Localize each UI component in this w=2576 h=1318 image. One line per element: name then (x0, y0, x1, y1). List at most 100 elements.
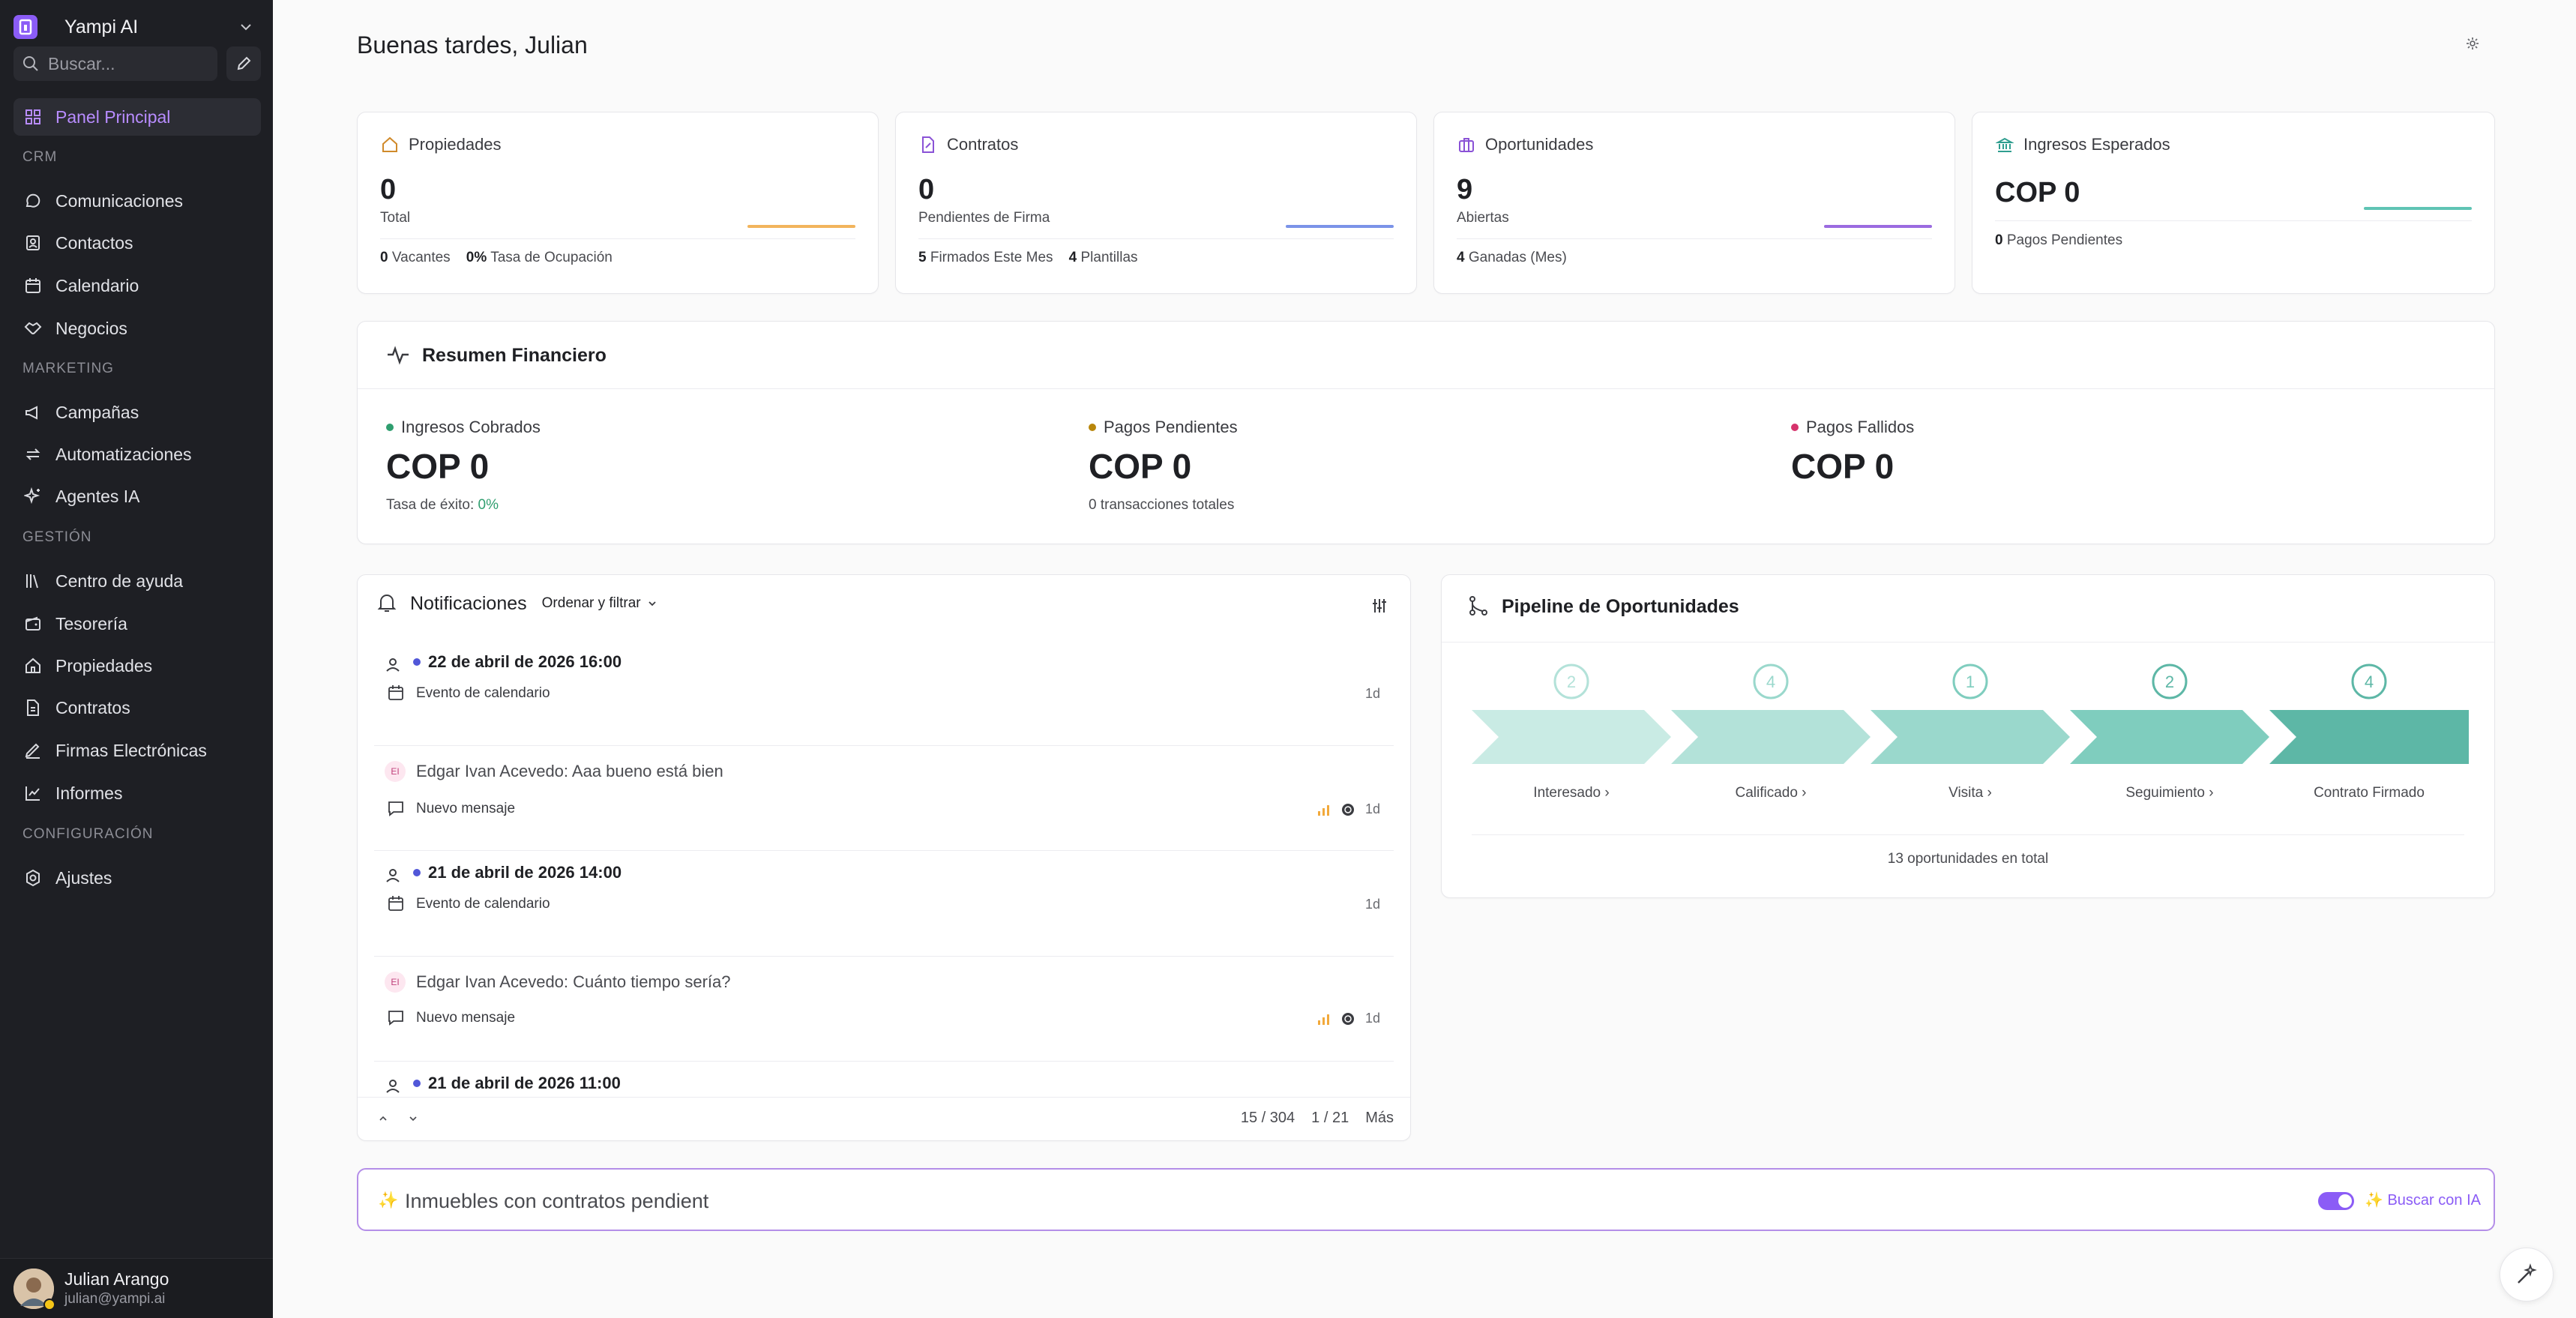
sidebar: Yampi AI Panel Principal CRM Comunicacio… (0, 0, 273, 1318)
sidebar-item-contactos[interactable]: Contactos (13, 224, 261, 262)
sidebar-item-label: Tesorería (55, 613, 127, 634)
notification-item[interactable]: 22 de abril de 2026 16:00 Evento de cale… (374, 641, 1394, 746)
sidebar-item-campanas[interactable]: Campañas (13, 394, 261, 431)
sort-filter-button[interactable]: Ordenar y filtrar (542, 595, 657, 612)
sidebar-item-panel-principal[interactable]: Panel Principal (13, 98, 261, 136)
notifications-card: Notificaciones Ordenar y filtrar 22 de a… (357, 574, 1411, 1141)
financial-summary-card: Resumen Financiero Ingresos Cobrados COP… (357, 321, 2495, 544)
compose-button[interactable] (226, 46, 261, 81)
message-icon (388, 1009, 406, 1027)
stat-subtitle: Pendientes de Firma (918, 210, 1050, 226)
settings-gear-icon[interactable] (2465, 36, 2486, 57)
stat-footer: 0 Pagos Pendientes (1995, 232, 2123, 248)
stat-card-oportunidades[interactable]: Oportunidades 9 Abiertas 4 Ganadas (Mes) (1433, 112, 1955, 294)
chevron-down-icon[interactable] (409, 1113, 418, 1126)
sidebar-item-propiedades[interactable]: Propiedades (13, 647, 261, 684)
dashboard-grid-icon (22, 106, 43, 127)
status-dot (386, 424, 394, 431)
sidebar-item-automatizaciones[interactable]: Automatizaciones (13, 436, 261, 473)
nav-section-gestion: GESTIÓN (22, 529, 92, 545)
sidebar-item-label: Contactos (55, 232, 133, 253)
sidebar-item-label: Automatizaciones (55, 444, 192, 464)
ai-search-input[interactable] (405, 1186, 2129, 1216)
stat-subtitle: Total (380, 210, 411, 226)
sidebar-item-calendario[interactable]: Calendario (13, 267, 261, 304)
stat-card-propiedades[interactable]: Propiedades 0 Total 0 Vacantes 0% Tasa d… (357, 112, 879, 294)
sidebar-item-agentes-ia[interactable]: Agentes IA (13, 478, 261, 515)
bank-icon (1995, 135, 2014, 154)
pipeline-stage-2[interactable] (1671, 710, 1871, 764)
sidebar-item-label: Propiedades (55, 655, 153, 675)
stage-count: 4 (2365, 672, 2374, 691)
notification-item[interactable]: EI Edgar Ivan Acevedo: Aaa bueno está bi… (374, 746, 1394, 851)
calendar-icon (22, 275, 43, 296)
sparkles-icon (22, 486, 43, 507)
sidebar-item-comunicaciones[interactable]: Comunicaciones (13, 182, 261, 220)
stat-value: 0 (380, 174, 397, 205)
sidebar-item-label: Agentes IA (55, 486, 140, 506)
sidebar-item-negocios[interactable]: Negocios (13, 310, 261, 347)
workspace-name: Yampi AI (64, 16, 139, 37)
notification-item[interactable]: 21 de abril de 2026 14:00 Evento de cale… (374, 852, 1394, 957)
nav-section-crm: CRM (22, 149, 58, 165)
sidebar-item-informes[interactable]: Informes (13, 774, 261, 812)
sidebar-item-label: Calendario (55, 275, 139, 295)
message-icon (388, 800, 406, 818)
calendar-icon (388, 684, 406, 702)
page-title: Buenas tardes, Julian (357, 31, 588, 58)
sidebar-item-firmas[interactable]: Firmas Electrónicas (13, 732, 261, 769)
sidebar-item-label: Negocios (55, 318, 127, 338)
chevron-up-icon[interactable] (379, 1113, 388, 1126)
stat-card-ingresos[interactable]: Ingresos Esperados COP 0 0 Pagos Pendien… (1972, 112, 2495, 294)
sparkles-icon: ✨ (378, 1191, 399, 1209)
unread-dot (413, 1080, 421, 1087)
stat-card-contratos[interactable]: Contratos 0 Pendientes de Firma 5 Firmad… (895, 112, 1417, 294)
briefcase-icon (1457, 135, 1476, 154)
stage-label[interactable]: Visita › (1948, 785, 1992, 801)
ai-assistant-button[interactable] (2500, 1248, 2554, 1302)
status-dot (1791, 424, 1799, 431)
stat-footer: 4 Ganadas (Mes) (1457, 250, 1567, 265)
notification-item[interactable]: EI Edgar Ivan Acevedo: Cuánto tiempo ser… (374, 957, 1394, 1062)
sidebar-item-contratos[interactable]: Contratos (13, 689, 261, 726)
stat-title: Contratos (947, 135, 1019, 154)
stage-count: 2 (2165, 672, 2174, 691)
sidebar-item-tesoreria[interactable]: Tesorería (13, 605, 261, 643)
signal-bars-icon (1317, 1014, 1329, 1025)
stat-title: Oportunidades (1485, 135, 1594, 154)
pipeline-chart: 2 Interesado › 4 Calificado › 1 Visita › 2 Segu… (1472, 663, 2469, 801)
more-button[interactable]: Más (1365, 1110, 1394, 1127)
search-input[interactable] (48, 53, 198, 74)
pipeline-stage-5[interactable] (2269, 710, 2469, 764)
magic-wand-icon (2518, 1263, 2537, 1284)
status-dot (1089, 424, 1096, 431)
ai-toggle[interactable] (2318, 1192, 2354, 1210)
stat-value: COP 0 (1995, 177, 2080, 208)
pipeline-stage-3[interactable] (1871, 710, 2070, 764)
pipeline-total: 13 oportunidades en total (1887, 851, 2049, 867)
stage-label[interactable]: Interesado › (1533, 785, 1609, 801)
sliders-icon[interactable] (1371, 598, 1389, 616)
stage-label[interactable]: Calificado › (1735, 785, 1806, 801)
sidebar-item-label: Comunicaciones (55, 190, 184, 211)
sidebar-item-centro-ayuda[interactable]: Centro de ayuda (13, 562, 261, 600)
sidebar-item-ajustes[interactable]: Ajustes (13, 859, 261, 897)
stage-label[interactable]: Seguimiento › (2125, 785, 2213, 801)
user-profile[interactable]: Julian Arango julian@yampi.ai (0, 1258, 273, 1318)
pipeline-title: Pipeline de Oportunidades (1502, 595, 1739, 617)
sparkline (2364, 207, 2472, 210)
stage-label[interactable]: Contrato Firmado (2314, 785, 2425, 801)
status-indicator (43, 1298, 55, 1311)
pencil-icon (237, 56, 251, 70)
notifications-footer: 15 / 304 1 / 21 Más (358, 1097, 1410, 1140)
pipeline-stage-4[interactable] (2070, 710, 2269, 764)
workspace-switcher[interactable]: Yampi AI (13, 7, 256, 46)
pipeline-stage-1[interactable] (1472, 710, 1671, 764)
chevron-down-icon (648, 601, 656, 607)
initials-avatar: EI (385, 972, 406, 993)
stat-footer: 0 Vacantes 0% Tasa de Ocupación (380, 250, 613, 265)
sidebar-item-label: Centro de ayuda (55, 571, 184, 591)
sparkline (1286, 225, 1394, 228)
ai-search-button[interactable]: ✨ Buscar con IA (2365, 1191, 2481, 1209)
chevron-down-icon[interactable] (235, 16, 256, 37)
